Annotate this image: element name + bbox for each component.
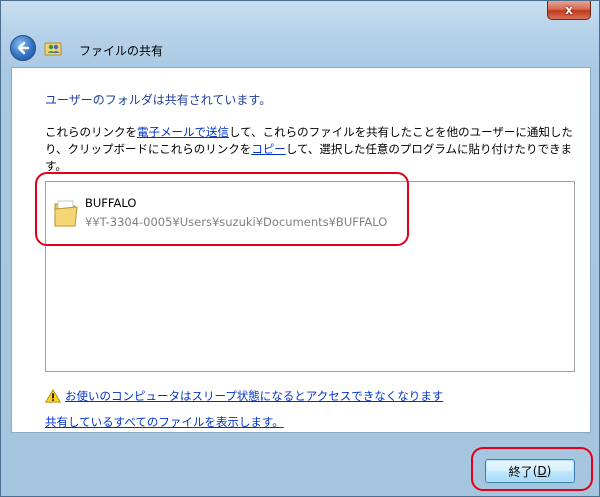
copy-link[interactable]: コピー (251, 142, 286, 156)
show-all-shared-files-link[interactable]: 共有しているすべてのファイルを表示します。 (45, 414, 284, 430)
close-icon: x (565, 3, 573, 17)
warning-icon (45, 389, 61, 403)
accesskey-letter: D (537, 464, 547, 478)
sleep-warning-link[interactable]: お使いのコンピュータはスリープ状態になるとアクセスできなくなります (65, 388, 443, 404)
list-item[interactable]: BUFFALO ¥¥T-3304-0005¥Users¥suzuki¥Docum… (53, 196, 413, 232)
accesskey-close: ) (546, 464, 552, 478)
back-arrow-icon (17, 41, 30, 55)
dialog-content: ユーザーのフォルダは共有されています。 これらのリンクを電子メールで送信して、こ… (11, 67, 591, 433)
back-button[interactable] (10, 35, 36, 61)
finish-button[interactable]: 終了(D) (485, 459, 575, 483)
page-heading: ユーザーのフォルダは共有されています。 (45, 93, 272, 107)
finish-button-label: 終了 (508, 464, 533, 479)
close-button[interactable]: x (547, 1, 591, 20)
share-dialog-window: x ファイルの共有 ユーザーのフォルダは共有されています。 これらのリンクを電子… (0, 0, 600, 497)
email-link[interactable]: 電子メールで送信 (137, 125, 229, 139)
folder-icon (54, 200, 78, 227)
shared-file-list[interactable]: BUFFALO ¥¥T-3304-0005¥Users¥suzuki¥Docum… (45, 181, 575, 372)
description-text: これらのリンクを電子メールで送信して、これらのファイルを共有したことを他のユーザ… (45, 124, 585, 175)
file-path: ¥¥T-3304-0005¥Users¥suzuki¥Documents¥BUF… (85, 215, 388, 229)
share-people-icon (44, 42, 62, 56)
window-title: ファイルの共有 (79, 44, 164, 58)
navigation-bar: ファイルの共有 (1, 29, 599, 63)
description-part-1: これらのリンクを (45, 125, 137, 139)
file-name: BUFFALO (85, 196, 137, 210)
